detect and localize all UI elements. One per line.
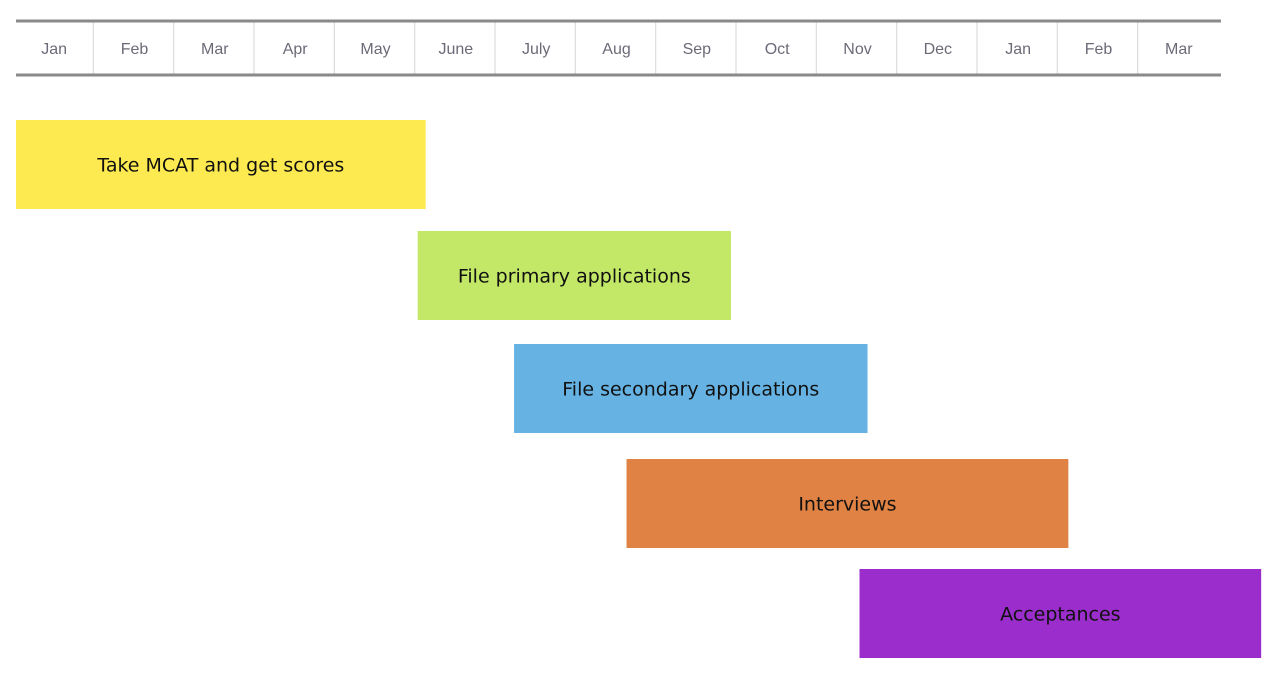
task-bar-label: File secondary applications — [562, 379, 819, 401]
month-label: Mar — [201, 41, 229, 58]
month-label: Dec — [924, 41, 952, 58]
month-header: Jan Feb Mar Apr May June July Aug Sep Oct Nov Dec Ja… — [16, 19, 1221, 77]
month-label: Feb — [121, 41, 149, 58]
task-bars: Take MCAT and get scores File primary app… — [16, 120, 1262, 658]
task-bar-label: File primary applications — [458, 266, 691, 288]
month-label: Jan — [1005, 41, 1031, 58]
month-label: Mar — [1165, 41, 1193, 58]
month-label: May — [360, 41, 390, 58]
task-bar-label: Interviews — [798, 494, 896, 516]
month-label: July — [522, 41, 550, 58]
month-label: Nov — [843, 41, 871, 58]
task-bar-group: File secondary applications — [514, 344, 868, 433]
task-bar-label: Acceptances — [1000, 604, 1120, 626]
month-label: Jan — [41, 41, 67, 58]
month-label: Sep — [683, 41, 712, 58]
month-label: Feb — [1085, 41, 1113, 58]
task-bar-group: Take MCAT and get scores — [16, 120, 426, 209]
task-bar-group: Interviews — [626, 459, 1069, 548]
month-label: June — [438, 41, 473, 58]
task-bar-label: Take MCAT and get scores — [96, 155, 344, 177]
task-bar-group: Acceptances — [859, 569, 1262, 658]
month-label: Aug — [602, 41, 630, 58]
gantt-chart: Jan Feb Mar Apr May June July Aug Sep Oct Nov Dec Ja… — [16, 19, 1262, 658]
month-label: Apr — [283, 41, 309, 58]
task-bar-group: File primary applications — [417, 231, 731, 320]
month-label: Oct — [765, 41, 790, 58]
